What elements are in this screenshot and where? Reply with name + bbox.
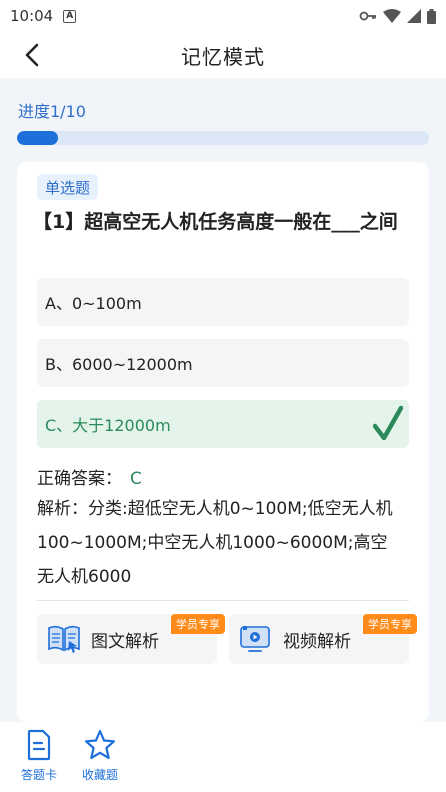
progress-bar <box>17 131 429 145</box>
video-icon <box>240 626 270 652</box>
answer-label: 正确答案： <box>37 469 122 489</box>
back-button[interactable] <box>18 41 46 69</box>
analysis-text: 解析：分类:超低空无人机0~100M;低空无人机100~1000M;中空无人机1… <box>37 499 393 587</box>
tab-favorites[interactable]: 收藏题 <box>75 728 125 783</box>
question-card: 单选题 【1】超高空无人机任务高度一般在___之间 A、0~100m B、600… <box>17 162 429 722</box>
text-analysis-label: 图文解析 <box>91 631 159 652</box>
correct-answer: 正确答案： C <box>37 464 142 489</box>
notification-a-icon: A <box>63 9 77 23</box>
progress-label: 进度1/10 <box>18 102 86 121</box>
key-icon <box>359 11 376 21</box>
tab-label: 收藏题 <box>81 768 118 782</box>
status-bar: 10:04 A <box>0 0 446 32</box>
answer-sheet-icon <box>27 729 51 761</box>
tab-answer-sheet[interactable]: 答题卡 <box>14 728 64 783</box>
wifi-icon <box>383 9 401 23</box>
signal-icon <box>407 9 421 23</box>
star-icon <box>84 729 116 760</box>
option-label: B、6000~12000m <box>45 355 193 374</box>
option-c[interactable]: C、大于12000m <box>37 400 409 448</box>
member-tag: 学员专享 <box>171 614 225 634</box>
check-icon <box>373 405 403 441</box>
answer-value: C <box>130 469 142 489</box>
page-title: 记忆模式 <box>181 44 265 69</box>
tab-label: 答题卡 <box>20 768 57 782</box>
video-analysis-button[interactable]: 视频解析 学员专享 <box>229 614 417 664</box>
progress-fill <box>17 131 59 145</box>
book-icon <box>48 625 80 653</box>
video-analysis-label: 视频解析 <box>283 631 351 652</box>
text-analysis-button[interactable]: 图文解析 学员专享 <box>37 614 225 664</box>
battery-icon <box>427 8 436 24</box>
question-text: 【1】超高空无人机任务高度一般在___之间 <box>33 211 398 233</box>
chevron-left-icon <box>25 43 39 67</box>
question-type-badge: 单选题 <box>37 174 99 200</box>
option-a[interactable]: A、0~100m <box>37 278 409 326</box>
app-header: 记忆模式 <box>0 32 446 78</box>
bottom-bar: 答题卡 收藏题 <box>0 722 446 792</box>
status-icons <box>359 8 436 24</box>
option-b[interactable]: B、6000~12000m <box>37 339 409 387</box>
status-time: 10:04 <box>10 7 54 25</box>
divider <box>37 600 409 601</box>
member-tag: 学员专享 <box>363 614 417 634</box>
option-label: A、0~100m <box>45 294 142 313</box>
option-label: C、大于12000m <box>45 416 171 435</box>
